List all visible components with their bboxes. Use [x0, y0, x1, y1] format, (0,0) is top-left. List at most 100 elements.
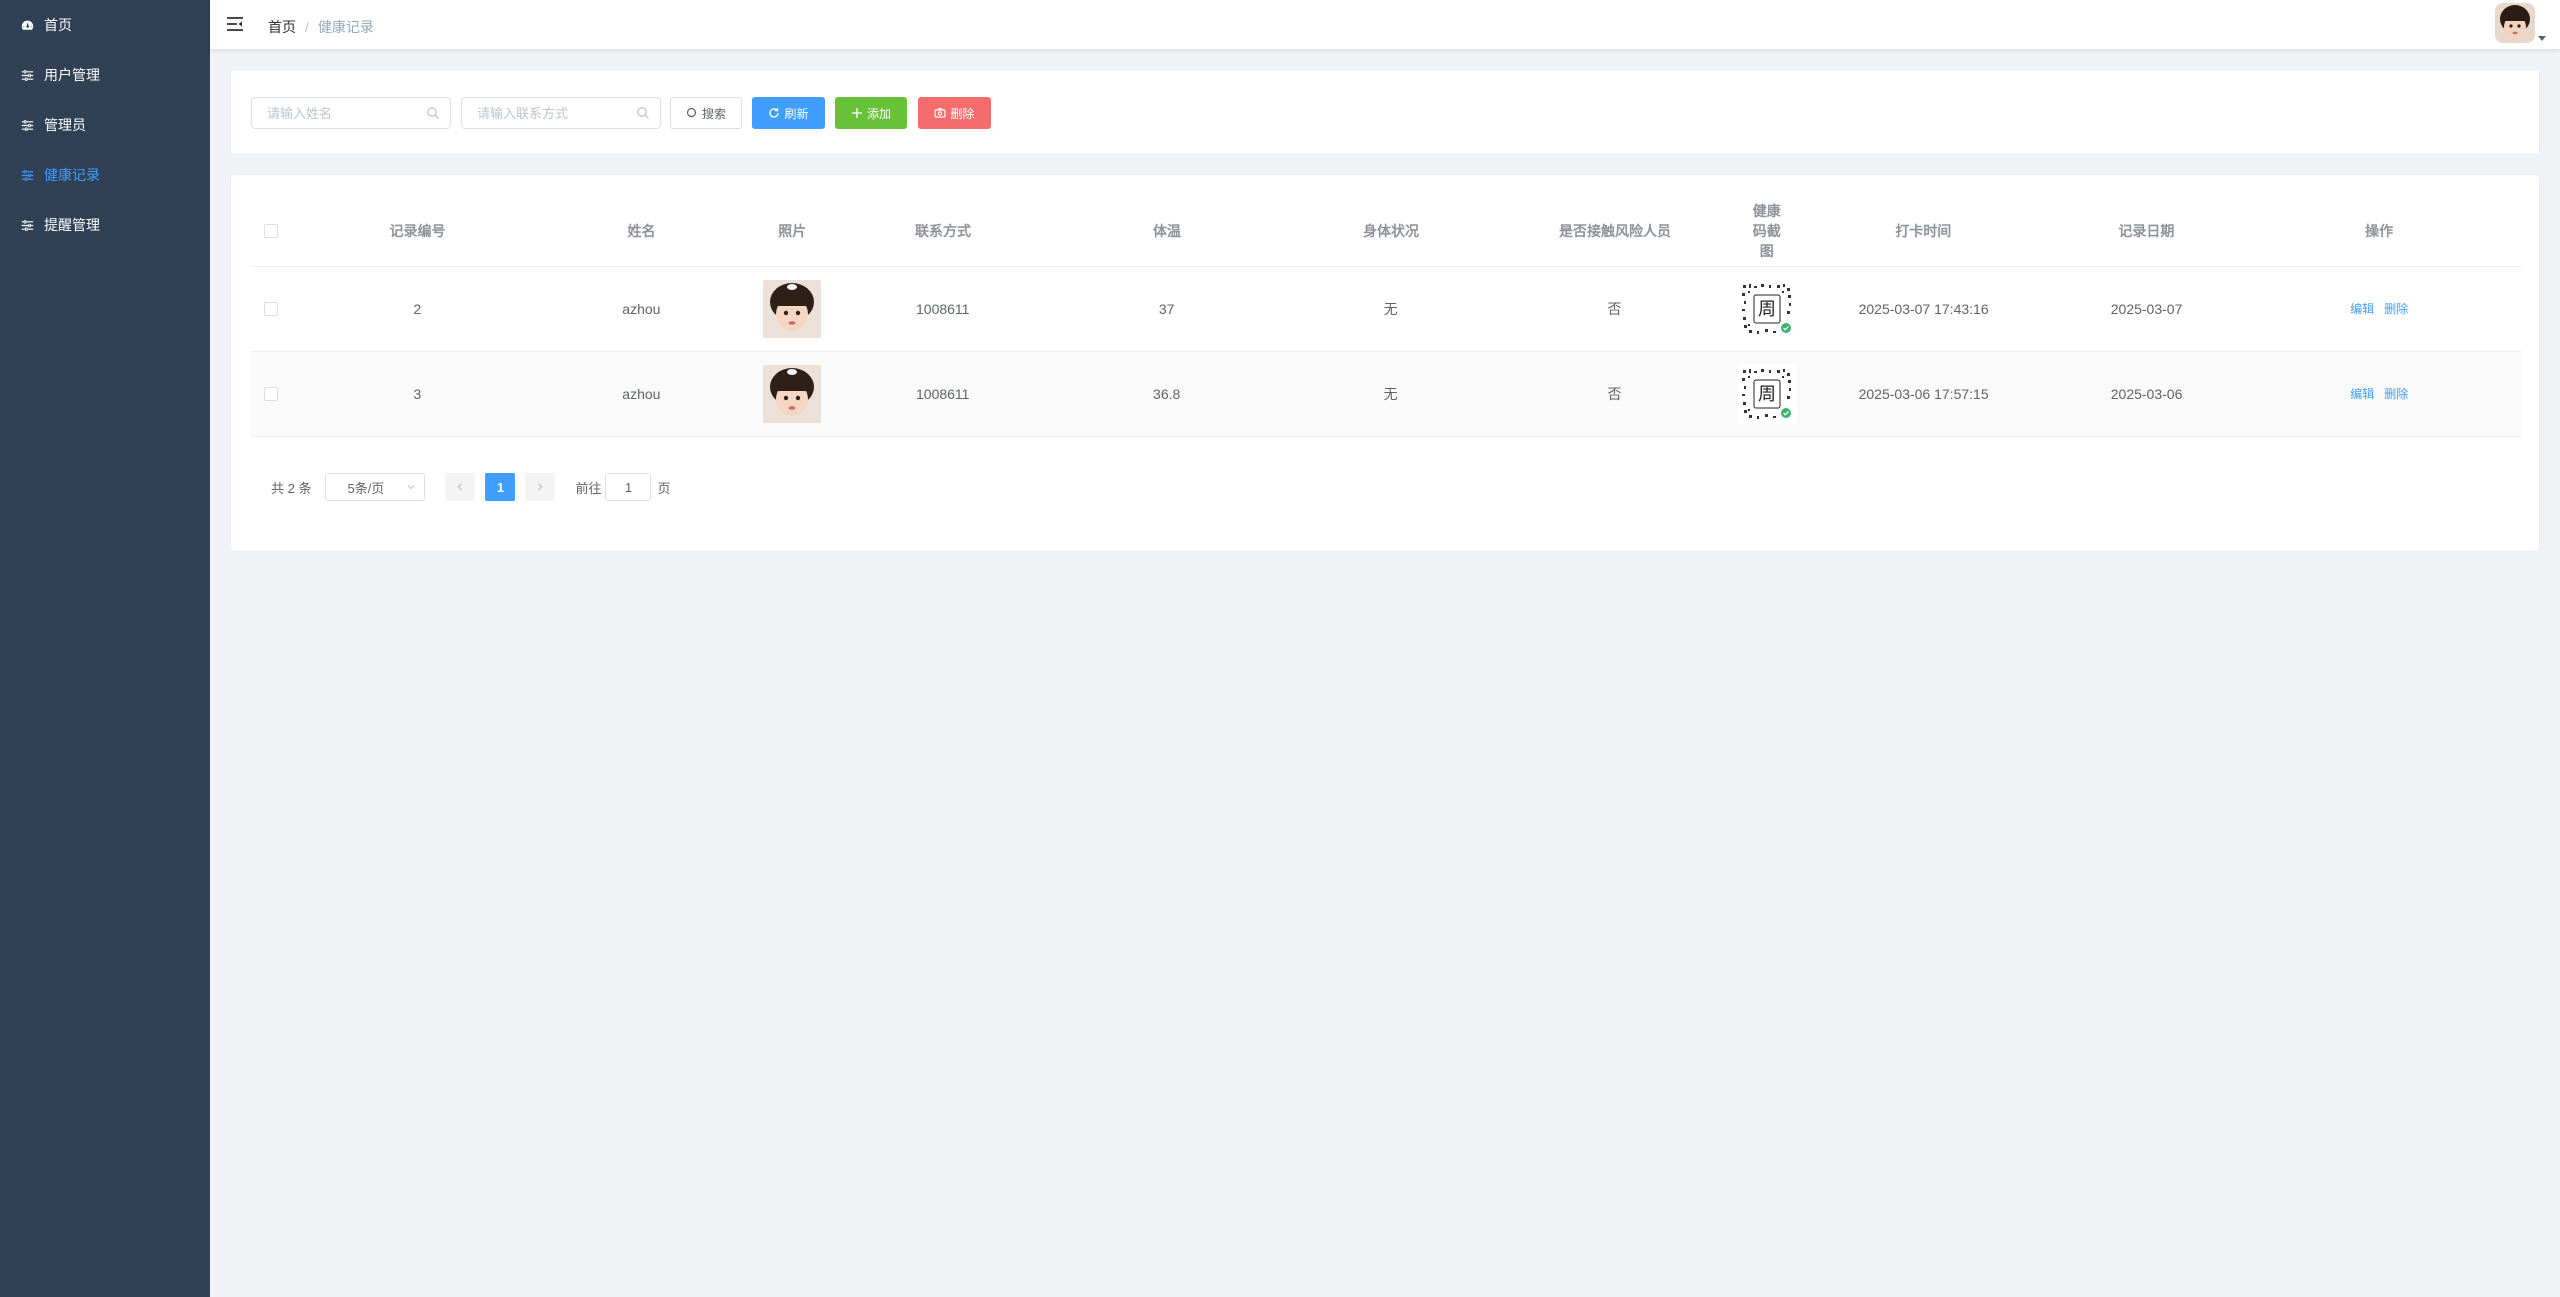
- phone-search-field[interactable]: [461, 97, 661, 129]
- record-phone: 1008611: [916, 386, 970, 402]
- record-risk: 否: [1607, 386, 1622, 402]
- health-code-image[interactable]: 周: [1736, 364, 1797, 424]
- record-photo[interactable]: [763, 280, 822, 338]
- add-button[interactable]: 添加: [835, 97, 907, 129]
- record-actions: 编辑 删除: [2238, 299, 2522, 319]
- pagination-total: 共 2 条: [271, 480, 312, 496]
- edit-link[interactable]: 编辑: [2350, 384, 2374, 404]
- column-header-temp: 体温: [1152, 222, 1181, 239]
- sidebar-item-health-records[interactable]: 健康记录: [0, 150, 210, 200]
- prev-page-button[interactable]: [445, 473, 476, 501]
- column-header-phone: 联系方式: [914, 222, 971, 239]
- record-condition: 无: [1383, 386, 1398, 402]
- goto-suffix: 页: [657, 480, 671, 496]
- edit-link[interactable]: 编辑: [2350, 299, 2374, 319]
- sidebar-item-label: 健康记录: [44, 167, 100, 183]
- record-id: 2: [413, 301, 422, 317]
- record-risk: 否: [1607, 301, 1622, 317]
- sliders-icon: [20, 168, 34, 182]
- page-number-current[interactable]: 1: [485, 473, 516, 501]
- sidebar-item-label: 提醒管理: [44, 217, 100, 233]
- column-header-id: 记录编号: [389, 222, 446, 239]
- column-header-risk: 是否接触风险人员: [1559, 222, 1671, 239]
- column-header-photo: 照片: [778, 222, 807, 239]
- record-temp: 37: [1158, 301, 1175, 317]
- name-search-field[interactable]: [251, 97, 451, 129]
- select-all-checkbox[interactable]: [263, 223, 278, 238]
- sidebar-item-label: 用户管理: [44, 67, 100, 83]
- record-photo-cell: [738, 280, 846, 338]
- records-table: 记录编号 姓名 照片 联系方式 体温 身体状况 是否接触风险人员 健康码截图 打…: [251, 195, 2521, 437]
- search-icon: [686, 107, 697, 118]
- search-panel: 搜索 刷新 添加 删除: [230, 69, 2540, 155]
- record-condition: 无: [1383, 301, 1398, 317]
- sliders-icon: [20, 68, 34, 82]
- sidebar-item-label: 管理员: [44, 117, 86, 133]
- delete-link[interactable]: 删除: [2384, 384, 2408, 404]
- sidebar-item-reminders[interactable]: 提醒管理: [0, 200, 210, 250]
- page-jumper: 前往 页: [575, 473, 671, 501]
- page-size-value: 5条/页: [347, 480, 385, 496]
- delete-icon: [934, 108, 947, 118]
- record-photo-cell: [738, 365, 846, 423]
- goto-prefix: 前往: [575, 480, 602, 496]
- phone-search-input[interactable]: [477, 105, 636, 121]
- column-header-date: 记录日期: [2118, 222, 2175, 239]
- row-checkbox[interactable]: [263, 302, 278, 316]
- health-code-image[interactable]: 周: [1736, 279, 1797, 339]
- avatar[interactable]: [2495, 3, 2535, 43]
- breadcrumb-home[interactable]: 首页: [268, 17, 296, 37]
- select-all-cell: [251, 223, 290, 238]
- search-icon: [427, 107, 439, 119]
- sidebar-item-home[interactable]: 首页: [0, 0, 210, 50]
- column-header-ops: 操作: [2365, 222, 2394, 239]
- add-button-label: 添加: [866, 106, 891, 121]
- svg-text:周: 周: [1758, 299, 1776, 320]
- search-icon: [637, 107, 649, 119]
- sliders-icon: [20, 118, 34, 132]
- user-menu[interactable]: [2495, 3, 2546, 43]
- chevron-down-icon: [408, 485, 415, 490]
- record-health-code-cell: 周: [1736, 364, 1797, 424]
- row-select-cell: [251, 387, 290, 401]
- column-header-time: 打卡时间: [1895, 222, 1952, 239]
- name-search-input[interactable]: [267, 105, 426, 121]
- breadcrumb: 首页 / 健康记录: [268, 17, 374, 37]
- refresh-icon: [769, 108, 780, 118]
- sidebar-item-label: 首页: [44, 17, 72, 33]
- search-button[interactable]: 搜索: [670, 97, 742, 129]
- record-date: 2025-03-07: [2110, 301, 2183, 317]
- dashboard-icon: [20, 18, 34, 32]
- refresh-button-label: 刷新: [784, 106, 809, 121]
- delete-link[interactable]: 删除: [2384, 299, 2408, 319]
- sliders-icon: [20, 218, 34, 232]
- next-page-button[interactable]: [525, 473, 556, 501]
- sidebar-item-admins[interactable]: 管理员: [0, 100, 210, 150]
- record-actions: 编辑 删除: [2238, 384, 2522, 404]
- table-row: 2 azhou 1008611 37 无 否 周 2025-03-07 17:4…: [251, 267, 2521, 352]
- row-checkbox[interactable]: [263, 387, 278, 401]
- column-header-code: 健康码截图: [1752, 202, 1781, 259]
- record-date: 2025-03-06: [2110, 386, 2183, 402]
- record-photo[interactable]: [763, 365, 822, 423]
- breadcrumb-current: 健康记录: [317, 19, 374, 35]
- hamburger-icon[interactable]: [226, 15, 244, 33]
- chevron-right-icon: [538, 483, 543, 491]
- refresh-button[interactable]: 刷新: [752, 97, 825, 129]
- sidebar: 首页 用户管理 管理员 健康记录 提醒管理: [0, 0, 210, 1297]
- page-size-select[interactable]: 5条/页: [325, 473, 426, 501]
- record-name: azhou: [622, 386, 661, 402]
- record-temp: 36.8: [1153, 386, 1181, 402]
- record-checkin-time: 2025-03-06 17:57:15: [1858, 386, 1989, 402]
- svg-text:周: 周: [1758, 384, 1776, 405]
- record-health-code-cell: 周: [1736, 279, 1797, 339]
- table-header: 记录编号 姓名 照片 联系方式 体温 身体状况 是否接触风险人员 健康码截图 打…: [251, 195, 2521, 267]
- breadcrumb-separator: /: [305, 19, 309, 35]
- column-header-condition: 身体状况: [1363, 222, 1419, 239]
- chevron-left-icon: [458, 483, 463, 491]
- sidebar-item-users[interactable]: 用户管理: [0, 50, 210, 100]
- column-header-name: 姓名: [627, 222, 656, 239]
- delete-button[interactable]: 删除: [918, 97, 991, 129]
- record-checkin-time: 2025-03-07 17:43:16: [1858, 301, 1989, 317]
- goto-page-input[interactable]: [605, 473, 652, 501]
